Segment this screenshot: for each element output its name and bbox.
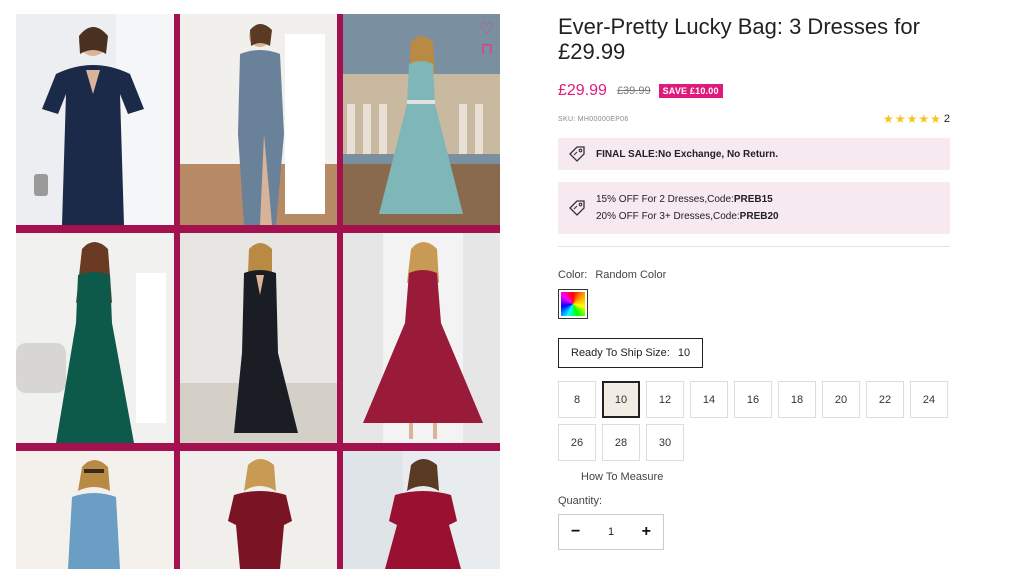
quantity-label: Quantity: <box>558 495 603 507</box>
promo-code[interactable]: PREB20 <box>740 211 779 222</box>
size-option[interactable]: 30 <box>646 424 684 461</box>
size-options: 8 10 12 14 16 18 20 22 24 26 28 30 <box>558 381 950 461</box>
size-option[interactable]: 22 <box>866 381 904 418</box>
promo-text: 15% OFF For 2 Dresses,Code: <box>596 194 734 205</box>
star-icon: ★ <box>918 112 930 126</box>
current-price: £29.99 <box>558 82 607 99</box>
how-to-measure-link[interactable]: How To Measure <box>581 471 950 483</box>
size-option[interactable]: 12 <box>646 381 684 418</box>
star-icon: ★ <box>883 112 894 126</box>
color-label: Color: <box>558 269 588 281</box>
star-icon: ★ <box>894 112 906 126</box>
quantity-value[interactable]: 1 <box>608 526 614 538</box>
color-swatch-random[interactable] <box>558 289 588 319</box>
star-icon: ★ <box>906 112 918 126</box>
star-icon: ★ <box>930 112 941 126</box>
original-price: £39.99 <box>616 85 651 97</box>
price-row: £29.99 £39.99 SAVE £10.00 <box>558 80 950 102</box>
color-value: Random Color <box>595 269 667 281</box>
gallery-image-blue-sequin-dress[interactable]: ♡ ⊓ <box>343 14 500 225</box>
final-sale-text: FINAL SALE:No Exchange, No Return. <box>596 148 779 160</box>
size-option[interactable]: 26 <box>558 424 596 461</box>
review-count[interactable]: 2 <box>944 113 950 125</box>
gallery-image-burgundy-highlow-dress[interactable] <box>343 233 500 443</box>
color-selector-label: Color: Random Color <box>558 269 950 281</box>
promo-line-2-dresses: 15% OFF For 2 Dresses,Code:PREB15 <box>596 194 779 205</box>
gallery-image-burgundy-lace-dress[interactable] <box>180 451 337 569</box>
ready-to-ship-size: Ready To Ship Size: 10 <box>558 338 704 368</box>
promo-codes: 15% OFF For 2 Dresses,Code:PREB15 20% OF… <box>558 182 950 234</box>
size-option[interactable]: 28 <box>602 424 640 461</box>
gallery-image-navy-dress[interactable] <box>16 14 174 225</box>
sku-rating-row: SKU: MH00000EP06 ★ ★ ★ ★ ★ 2 <box>558 112 950 126</box>
promo-line-3-dresses: 20% OFF For 3+ Dresses,Code:PREB20 <box>596 211 779 222</box>
ready-to-ship-value: 10 <box>677 347 691 359</box>
gallery-image-black-dress[interactable] <box>180 233 337 443</box>
size-option[interactable]: 18 <box>778 381 816 418</box>
gallery-image-red-dress[interactable] <box>343 451 500 569</box>
tag-icon <box>569 200 585 216</box>
promo-code[interactable]: PREB15 <box>734 194 773 205</box>
save-badge: SAVE £10.00 <box>658 84 723 98</box>
quantity-stepper: − 1 + <box>558 514 664 550</box>
ready-to-ship-label: Ready To Ship Size: <box>571 347 670 359</box>
tag-icon <box>569 146 585 162</box>
product-title: Ever-Pretty Lucky Bag: 3 Dresses for £29… <box>558 14 920 64</box>
heart-icon[interactable]: ♡ <box>480 22 494 38</box>
size-option[interactable]: 14 <box>690 381 728 418</box>
size-option[interactable]: 24 <box>910 381 948 418</box>
size-option[interactable]: 8 <box>558 381 596 418</box>
rainbow-swatch-icon <box>561 292 585 316</box>
shopping-bag-icon[interactable]: ⊓ <box>481 42 493 58</box>
product-info-panel: Ever-Pretty Lucky Bag: 3 Dresses for £29… <box>558 14 950 550</box>
size-option[interactable]: 20 <box>822 381 860 418</box>
wishlist-icons[interactable]: ♡ ⊓ <box>480 22 494 58</box>
size-option[interactable]: 16 <box>734 381 772 418</box>
gallery-image-green-sequin-dress[interactable] <box>16 233 174 443</box>
product-image-gallery[interactable]: ♡ ⊓ <box>16 14 500 569</box>
size-option-selected[interactable]: 10 <box>602 381 640 418</box>
sku-text: SKU: MH00000EP06 <box>558 115 629 123</box>
divider <box>558 246 950 247</box>
increase-quantity-button[interactable]: + <box>642 523 651 541</box>
gallery-image-light-blue-dress[interactable] <box>16 451 174 569</box>
promo-text: 20% OFF For 3+ Dresses,Code: <box>596 211 740 222</box>
decrease-quantity-button[interactable]: − <box>571 523 580 541</box>
final-sale-notice: FINAL SALE:No Exchange, No Return. <box>558 138 950 170</box>
gallery-image-grey-blue-dress[interactable] <box>180 14 337 225</box>
rating[interactable]: ★ ★ ★ ★ ★ 2 <box>883 113 950 125</box>
